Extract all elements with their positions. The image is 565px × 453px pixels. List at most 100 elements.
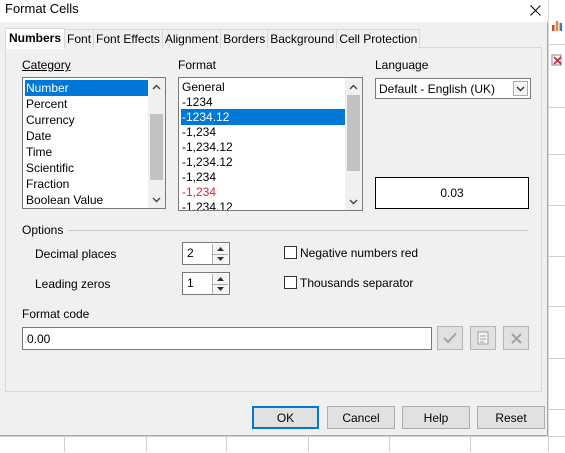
tab-font[interactable]: Font [64,29,95,48]
tab-background[interactable]: Background [267,29,338,48]
category-item-fraction[interactable]: Fraction [25,176,69,192]
category-item-scientific[interactable]: Scientific [25,160,74,176]
triangle-up-icon [217,247,224,251]
edit-comment-button[interactable] [470,326,496,350]
chevron-down-icon [349,199,358,204]
leading-zeros-label: Leading zeros [35,277,111,291]
spreadsheet-right-strip [548,0,565,452]
apply-format-code-button[interactable] [437,326,463,350]
grid-line [548,358,565,359]
tab-font-effects[interactable]: Font Effects [93,29,163,48]
close-button[interactable] [522,0,548,20]
close-icon [529,4,541,16]
dialog-title: Format Cells [5,1,79,16]
tab-numbers[interactable]: Numbers [5,28,66,49]
format-item[interactable]: General [181,79,225,95]
grid-line [146,436,147,452]
scroll-down-arrow[interactable] [148,191,165,208]
delete-icon[interactable] [551,53,563,67]
category-item-date[interactable]: Date [25,128,51,144]
category-item-time[interactable]: Time [25,144,52,160]
chevron-up-icon [349,84,358,89]
format-label: Format [178,58,217,72]
reset-button[interactable]: Reset [477,406,545,429]
decimal-places-stepper[interactable]: 2 [182,242,230,265]
leading-zeros-value: 1 [187,276,194,290]
grid-line [548,256,565,257]
help-button[interactable]: Help [402,406,470,429]
options-label: Options [22,223,64,237]
grid-line [548,436,549,452]
decrement-button[interactable] [213,254,228,264]
tab-cell-protection[interactable]: Cell Protection [336,29,421,48]
grid-line [548,205,565,206]
format-code-value: 0.00 [27,332,51,346]
category-item-currency[interactable]: Currency [25,112,75,128]
tab-alignment[interactable]: Alignment [161,29,222,48]
spreadsheet-bottom-strip [0,436,565,453]
category-label: Category [22,58,71,72]
language-label: Language [375,58,429,72]
format-item-selected[interactable]: -1234.12 [181,109,345,125]
category-scrollbar[interactable] [148,78,165,208]
triangle-down-icon [217,287,224,291]
format-item[interactable]: -1,234 [181,124,216,140]
grid-line [470,436,471,452]
cancel-button[interactable]: Cancel [327,406,395,429]
scroll-thumb[interactable] [347,95,360,171]
remove-format-code-button[interactable] [503,326,529,350]
grid-line [64,436,65,452]
preview-value: 0.03 [440,186,464,200]
ok-button[interactable]: OK [252,406,319,429]
category-item-percent[interactable]: Percent [25,96,67,112]
format-item[interactable]: -1234 [181,94,213,110]
grid-line [548,306,565,307]
format-cells-dialog: Format Cells Numbers Font Font Effects A… [0,0,548,436]
category-item-number[interactable]: Number [25,80,148,96]
format-item[interactable]: -1,234.12 [181,154,233,170]
tab-borders[interactable]: Borders [220,29,269,48]
grid-line [308,436,309,452]
thousands-separator-checkbox[interactable] [284,276,297,289]
preview-box: 0.03 [375,177,529,209]
scroll-down-arrow[interactable] [345,193,362,210]
checkmark-icon [443,332,457,344]
category-label-text: Category [22,58,71,72]
format-item[interactable]: -1,234.12 [181,199,233,210]
title-bar: Format Cells [0,0,548,22]
grid-line [548,409,565,410]
language-dropdown[interactable]: Default - English (UK) [375,78,531,99]
format-item[interactable]: -1,234.12 [181,139,233,155]
format-scrollbar[interactable] [345,78,362,210]
category-item-boolean[interactable]: Boolean Value [25,192,103,208]
chevron-up-icon [152,84,161,89]
triangle-down-icon [217,257,224,261]
scroll-up-arrow[interactable] [148,78,165,95]
stepper-buttons [212,244,228,264]
decrement-button[interactable] [213,284,228,294]
note-icon [477,331,489,345]
chart-icon[interactable] [551,18,563,32]
triangle-up-icon [217,277,224,281]
stepper-buttons [212,274,228,294]
grid-line [548,154,565,155]
thousands-separator-label[interactable]: Thousands separator [300,276,413,290]
decimal-places-value: 2 [187,246,194,260]
format-item[interactable]: -1,234 [181,169,216,185]
format-item-negative-red[interactable]: -1,234 [181,184,216,200]
scroll-thumb[interactable] [150,114,163,180]
grid-line [389,436,390,452]
delete-icon [510,332,522,344]
negative-red-checkbox[interactable] [284,246,297,259]
decimal-places-label: Decimal places [35,247,117,261]
dropdown-arrow[interactable] [513,81,528,96]
grid-line [226,436,227,452]
negative-red-label[interactable]: Negative numbers red [300,246,418,260]
format-code-input[interactable]: 0.00 [22,327,432,350]
tab-bar: Numbers Font Font Effects Alignment Bord… [5,28,421,49]
leading-zeros-stepper[interactable]: 1 [182,272,230,295]
category-listbox[interactable]: Number Percent Currency Date Time Scient… [22,77,166,209]
scroll-up-arrow[interactable] [345,78,362,95]
format-listbox[interactable]: General -1234 -1234.12 -1,234 -1,234.12 … [178,77,363,211]
options-separator [68,230,528,231]
